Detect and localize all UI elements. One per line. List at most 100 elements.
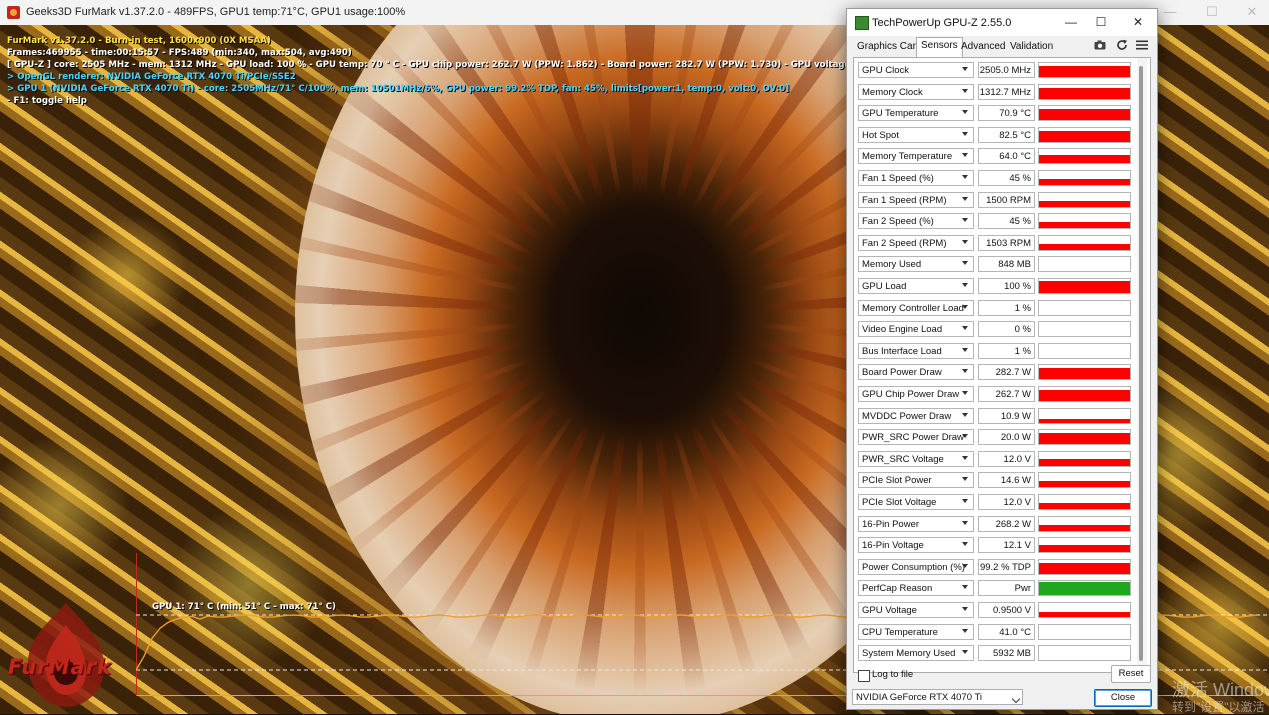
sensor-label-dropdown[interactable]: PWR_SRC Power Draw [858,429,974,446]
sensor-row: Video Engine Load 0 % [858,321,1144,339]
close-dialog-button[interactable]: Close [1094,689,1152,707]
sensor-label-dropdown[interactable]: GPU Clock [858,62,974,78]
menu-icon[interactable] [1135,39,1149,53]
gpuz-maximize-button[interactable]: ☐ [1087,13,1115,31]
sensor-label-dropdown[interactable]: PCIe Slot Power [858,472,974,489]
sensor-value: 0.9500 V [978,602,1035,618]
tab-sensors[interactable]: Sensors [916,37,963,57]
sensor-row: Memory Used 848 MB [858,256,1144,274]
sensor-label-dropdown[interactable]: 16-Pin Power [858,515,974,532]
overlay-line-gpuz: [ GPU-Z ] core: 2505 MHz - mem: 1312 MHz… [7,60,894,70]
sensor-row: PCIe Slot Voltage 12.0 V [858,494,1144,512]
overlay-line-frames: Frames:469955 - time:00:15:57 - FPS:489 … [7,48,352,58]
overlay-line-renderer: > OpenGL renderer: NVIDIA GeForce RTX 40… [7,72,296,82]
gpu-device-select[interactable]: NVIDIA GeForce RTX 4070 Ti [852,689,1023,705]
dropdown-arrow-icon [962,563,968,568]
dropdown-arrow-icon [962,520,968,525]
sensor-value: 1500 RPM [978,191,1035,208]
sensor-label-dropdown[interactable]: Memory Used [858,256,974,273]
gpuz-window: TechPowerUp GPU-Z 2.55.0 — ☐ ✕ Graphics … [846,8,1158,710]
sensor-value: 1 % [978,299,1035,316]
furmark-logo-text: FurMark [8,655,113,679]
sensor-graph [1038,342,1131,359]
furmark-window-title: Geeks3D FurMark v1.37.2.0 - 489FPS, GPU1… [26,6,406,18]
tab-advanced[interactable]: Advanced [957,39,1009,55]
sensor-value: 1 % [978,342,1035,359]
sensor-value: 82.5 °C [978,126,1035,143]
sensor-graph-fill [1039,390,1130,401]
gpuz-titlebar[interactable]: TechPowerUp GPU-Z 2.55.0 — ☐ ✕ [847,9,1157,36]
tab-validation[interactable]: Validation [1006,39,1057,55]
sensor-label-dropdown[interactable]: Fan 2 Speed (RPM) [858,234,974,251]
sensor-row: Hot Spot 82.5 °C [858,126,1144,145]
log-to-file-checkbox[interactable] [858,670,870,682]
sensor-value: Pwr [978,580,1035,597]
sensor-graph-fill [1039,155,1130,164]
sensor-label-dropdown[interactable]: GPU Temperature [858,105,974,122]
sensor-value: 848 MB [978,256,1035,273]
sensor-label-dropdown[interactable]: GPU Load [858,278,974,294]
sensor-label-dropdown[interactable]: System Memory Used [858,645,974,662]
dropdown-arrow-icon [962,369,968,374]
dropdown-arrow-icon [962,218,968,223]
sensor-label-dropdown[interactable]: MVDDC Power Draw [858,407,974,424]
sensor-label-dropdown[interactable]: GPU Voltage [858,602,974,618]
sensor-label-dropdown[interactable]: PWR_SRC Voltage [858,450,974,467]
sensor-label-dropdown[interactable]: Power Consumption (%) [858,558,974,575]
sensor-row: Memory Controller Load 1 % [858,299,1144,318]
sensor-label-dropdown[interactable]: PCIe Slot Voltage [858,494,974,510]
sensor-graph-fill [1039,481,1130,488]
dropdown-arrow-icon [962,628,968,633]
reset-button[interactable]: Reset [1111,665,1151,683]
sensor-label-dropdown[interactable]: Hot Spot [858,126,974,143]
sensors-panel: GPU Clock 2505.0 MHz Memory Clock 1312.7 MH… [853,57,1151,673]
sensor-label-dropdown[interactable]: GPU Chip Power Draw [858,386,974,402]
sensor-label-dropdown[interactable]: Memory Temperature [858,148,974,165]
dropdown-arrow-icon [962,391,968,395]
sensor-graph [1038,278,1131,294]
sensor-graph [1038,645,1131,662]
sensor-graph-fill [1039,87,1130,99]
sensor-graph [1038,515,1131,532]
sensor-row: Power Consumption (%) 99.2 % TDP [858,558,1144,577]
furmark-logo [27,603,104,707]
sensor-row: Board Power Draw 282.7 W [858,364,1144,382]
sensor-label-dropdown[interactable]: Fan 1 Speed (%) [858,170,974,186]
gpuz-minimize-button[interactable]: — [1057,13,1085,31]
sensor-label-dropdown[interactable]: Memory Clock [858,83,974,100]
sensor-label-dropdown[interactable]: Fan 2 Speed (%) [858,213,974,230]
sensor-value: 14.6 W [978,472,1035,489]
dropdown-arrow-icon [962,153,968,158]
overlay-line-gpu1: > GPU 1 (NVIDIA GeForce RTX 4070 Ti) - c… [7,84,790,94]
sensor-graph-fill [1039,562,1130,574]
sensor-value: 1312.7 MHz [978,83,1035,100]
dropdown-arrow-icon [962,455,968,460]
maximize-button[interactable]: ☐ [1192,2,1232,22]
camera-icon[interactable] [1093,39,1107,53]
scrollbar-thumb[interactable] [1139,66,1143,661]
gpuz-close-button[interactable]: ✕ [1124,13,1152,31]
sensor-graph-fill [1039,281,1130,293]
sensor-graph-fill [1039,368,1130,380]
sensor-label-dropdown[interactable]: Fan 1 Speed (RPM) [858,191,974,208]
sensor-label-dropdown[interactable]: Bus Interface Load [858,342,974,359]
sensor-label-dropdown[interactable]: PerfCap Reason [858,580,974,597]
sensor-label-dropdown[interactable]: Memory Controller Load [858,299,974,316]
sensor-graph [1038,580,1131,597]
furmark-overlay-text: FurMark v1.37.2.0 - Burn-in test, 1600x9… [7,35,894,107]
dropdown-arrow-icon [962,283,968,287]
sensor-row: GPU Clock 2505.0 MHz [858,62,1144,80]
sensor-list-scrollbar[interactable] [1137,58,1147,670]
sensor-label-dropdown[interactable]: Board Power Draw [858,364,974,381]
tab-graphics-card[interactable]: Graphics Card [853,39,925,55]
overlay-line-help: - F1: toggle help [7,96,87,106]
sensor-value: 70.9 °C [978,105,1035,122]
refresh-icon[interactable] [1115,39,1129,53]
sensor-row: Fan 1 Speed (RPM) 1500 RPM [858,191,1144,210]
sensor-label-dropdown[interactable]: 16-Pin Voltage [858,537,974,554]
close-button[interactable]: ✕ [1232,2,1269,22]
sensor-label-dropdown[interactable]: Video Engine Load [858,321,974,338]
sensor-graph [1038,62,1131,78]
sensor-value: 45 % [978,170,1035,186]
sensor-label-dropdown[interactable]: CPU Temperature [858,623,974,640]
